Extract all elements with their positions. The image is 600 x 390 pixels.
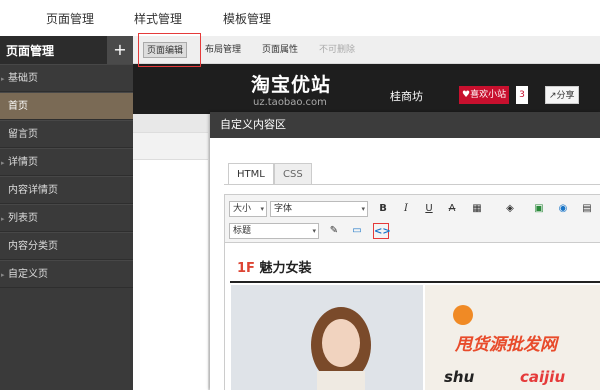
sidebar-item-list[interactable]: ▸ 列表页 xyxy=(0,204,133,232)
tabs-divider xyxy=(224,184,600,185)
share-button[interactable]: ↗分享 xyxy=(545,86,579,104)
italic-button[interactable]: I xyxy=(398,201,414,217)
bold-button[interactable]: B xyxy=(375,201,391,217)
model-photo xyxy=(231,285,423,390)
floor-divider xyxy=(230,281,600,283)
top-nav: 页面管理 样式管理 模板管理 xyxy=(0,0,600,36)
shop-logo: 淘宝优站 xyxy=(251,74,332,96)
editor-toolbar: 大小 ▾ 字体 ▾ B I U A ▦ ◈ ▣ ◉ ▤ 标题 ▾ ✎ ▭ <> xyxy=(225,195,600,243)
sidebar-item-label: 留言页 xyxy=(8,129,38,140)
shop-url: uz.taobao.com xyxy=(253,97,327,108)
add-page-button[interactable]: + xyxy=(107,36,133,64)
nav-style-manage[interactable]: 样式管理 xyxy=(134,10,182,27)
arrow-icon: ▸ xyxy=(1,159,5,167)
sidebar-item-label: 内容详情页 xyxy=(8,185,58,196)
source-code-button[interactable]: <> xyxy=(373,223,391,239)
shop-name: 桂商坊 xyxy=(390,90,423,103)
tab-html[interactable]: HTML xyxy=(228,163,274,185)
sidebar-item-label: 首页 xyxy=(8,101,28,112)
chevron-down-icon: ▾ xyxy=(312,227,316,235)
share-icon: ↗ xyxy=(549,91,557,101)
sidebar: 页面管理 + ▸ 基础页 首页 留言页 ▸ 详情页 内容详情页 ▸ 列表页 内容分类页… xyxy=(0,36,133,390)
sidebar-item-message[interactable]: 留言页 xyxy=(0,120,133,148)
chevron-down-icon: ▾ xyxy=(260,205,264,213)
watermark-part-1: shu xyxy=(444,368,475,386)
sidebar-item-label: 自定义页 xyxy=(8,269,48,280)
preview-content xyxy=(133,160,208,390)
nav-page-manage[interactable]: 页面管理 xyxy=(46,10,94,27)
watermark-part-2: caijiu xyxy=(520,368,566,386)
strikethrough-button[interactable]: A xyxy=(444,201,460,217)
dialog-title: 自定义内容区 xyxy=(210,112,600,138)
chevron-down-icon: ▾ xyxy=(361,205,365,213)
eraser-icon[interactable]: ✎ xyxy=(326,223,342,239)
floor-number: 1F xyxy=(237,261,255,276)
insert-image-icon[interactable]: ▭ xyxy=(349,223,365,239)
image-icon[interactable]: ▣ xyxy=(531,201,547,217)
sidebar-header: 页面管理 + xyxy=(0,36,133,64)
sidebar-item-basic[interactable]: ▸ 基础页 xyxy=(0,64,133,92)
share-label: 分享 xyxy=(556,91,575,101)
font-size-select[interactable]: 大小 ▾ xyxy=(229,201,267,217)
select-value: 大小 xyxy=(233,204,252,214)
sidebar-item-label: 基础页 xyxy=(8,73,38,84)
text-color-icon[interactable]: ▦ xyxy=(469,201,485,217)
floor-heading: 1F 魅力女装 xyxy=(237,257,311,276)
select-value: 字体 xyxy=(274,204,293,214)
nav-template-manage[interactable]: 模板管理 xyxy=(223,10,271,27)
layout-manage-button[interactable]: 布局管理 xyxy=(205,42,241,58)
arrow-icon: ▸ xyxy=(1,75,5,83)
fill-color-icon[interactable]: ◈ xyxy=(502,201,518,217)
table-icon[interactable]: ▤ xyxy=(579,201,595,217)
undeletable-button: 不可删除 xyxy=(319,45,356,55)
shop-emblem-icon xyxy=(453,305,473,325)
sidebar-item-label: 列表页 xyxy=(8,213,38,224)
tab-css[interactable]: CSS xyxy=(274,163,312,185)
sidebar-item-label: 详情页 xyxy=(8,157,38,168)
model-photo-illustration xyxy=(231,285,423,390)
page-props-button[interactable]: 页面属性 xyxy=(262,42,298,58)
shop-banner: 淘宝优站 uz.taobao.com 桂商坊 ♥喜欢小站 3 ↗分享 xyxy=(133,64,600,114)
highlight-box xyxy=(138,33,201,67)
like-count-badge: 3 xyxy=(516,86,528,104)
sidebar-item-label: 内容分类页 xyxy=(8,241,58,252)
arrow-icon: ▸ xyxy=(1,215,5,223)
sidebar-item-content-detail[interactable]: 内容详情页 xyxy=(0,176,133,204)
format-select[interactable]: 标题 ▾ xyxy=(229,223,319,239)
select-value: 标题 xyxy=(233,226,252,236)
globe-icon[interactable]: ◉ xyxy=(555,201,571,217)
app-root: 页面管理 样式管理 模板管理 页面管理 + ▸ 基础页 首页 留言页 ▸ 详情页 内… xyxy=(0,0,600,390)
preview-nav-strip xyxy=(133,132,208,160)
font-family-select[interactable]: 字体 ▾ xyxy=(270,201,368,217)
like-shop-button[interactable]: ♥喜欢小站 xyxy=(459,86,510,104)
overlay-watermark-text: 甩货源批发网 xyxy=(455,335,557,355)
sidebar-item-custom[interactable]: ▸ 自定义页 xyxy=(0,260,133,288)
sidebar-item-detail[interactable]: ▸ 详情页 xyxy=(0,148,133,176)
sidebar-title: 页面管理 xyxy=(6,43,55,58)
floor-title: 魅力女装 xyxy=(259,261,312,276)
arrow-icon: ▸ xyxy=(1,271,5,279)
page-toolbar: 页面编辑 布局管理 页面属性 不可删除 xyxy=(133,36,600,64)
sidebar-item-content-category[interactable]: 内容分类页 xyxy=(0,232,133,260)
site-watermark: shu caijiu xyxy=(440,354,600,390)
underline-button[interactable]: U xyxy=(421,201,437,217)
sidebar-item-home[interactable]: 首页 xyxy=(0,92,133,120)
